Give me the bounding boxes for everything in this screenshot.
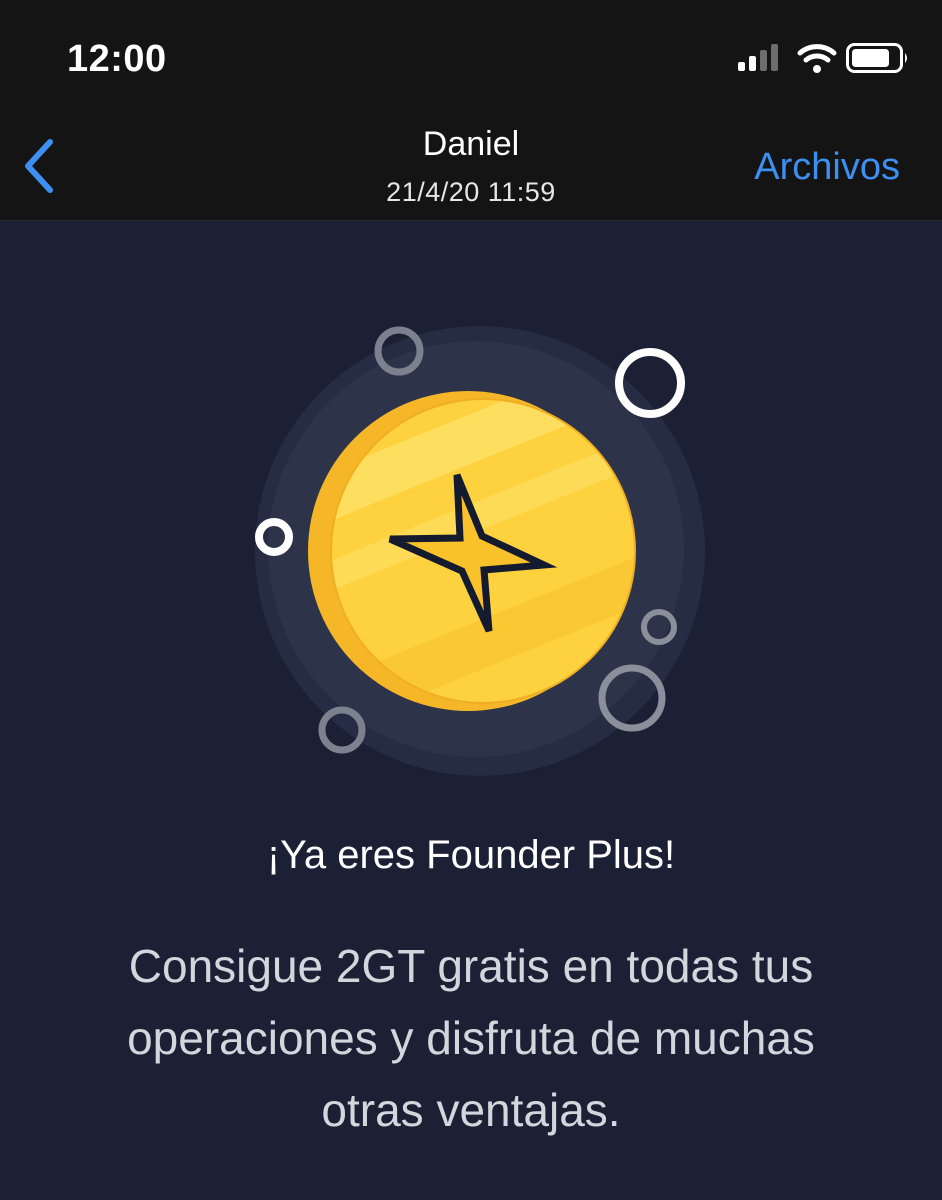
illustration	[0, 221, 942, 821]
files-button[interactable]: Archivos	[754, 146, 900, 189]
status-icons	[738, 40, 908, 80]
status-time: 12:00	[67, 38, 167, 80]
battery-icon	[846, 43, 907, 73]
signal-icon	[738, 44, 778, 71]
headline: ¡Ya eres Founder Plus!	[266, 833, 676, 877]
description: Consigue 2GT gratis en todas tus operaci…	[127, 940, 815, 1136]
top-bar: 12:00 Daniel 21/4/20 11:59 Archivos	[0, 0, 942, 221]
wifi-icon	[797, 44, 837, 73]
